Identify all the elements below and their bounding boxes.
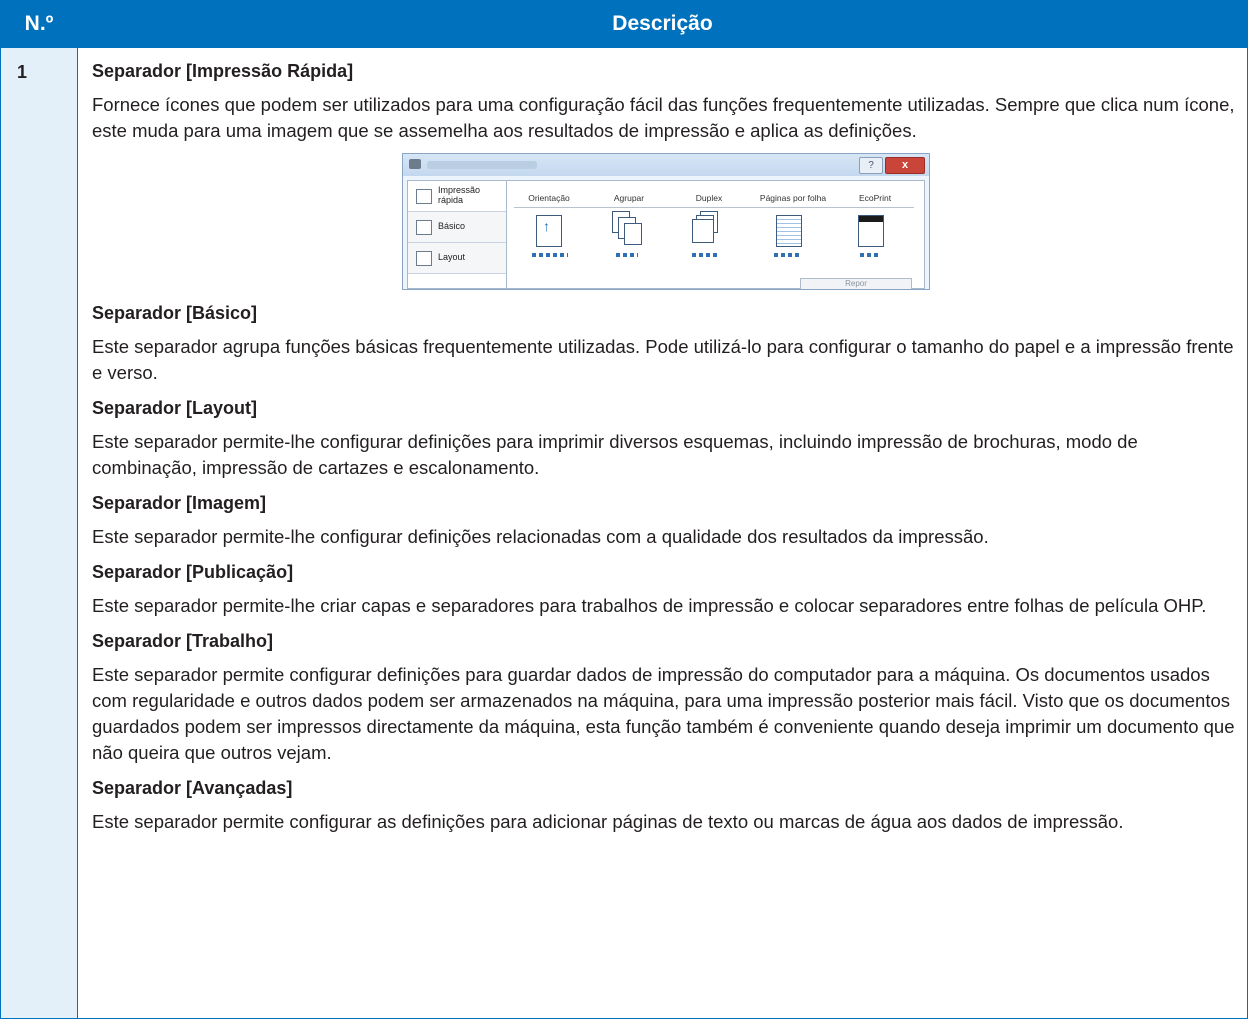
pages-per-sheet-icon[interactable]	[776, 215, 802, 247]
header-number: N.º	[0, 0, 78, 48]
section-text-quick-print: Fornece ícones que podem ser utilizados …	[92, 94, 1235, 141]
help-button[interactable]: ?	[859, 157, 883, 174]
tab-label: Básico	[438, 221, 466, 231]
column-orientation: Orientação	[528, 193, 570, 203]
section-text-job: Este separador permite configurar defini…	[92, 664, 1235, 763]
section-title-basic: Separador [Básico]	[92, 303, 258, 323]
section-text-publishing: Este separador permite-lhe criar capas e…	[92, 595, 1207, 616]
tab-layout[interactable]: Layout	[408, 243, 506, 274]
column-duplex: Duplex	[695, 193, 723, 203]
arrow-up-icon[interactable]	[536, 215, 562, 247]
pages-dots	[774, 253, 802, 257]
orientation-dots	[532, 253, 568, 257]
dialog-body: Impressão rápida Básico Layout Orientaçã…	[407, 180, 925, 289]
layout-icon	[416, 251, 432, 266]
section-title-advanced: Separador [Avançadas]	[92, 778, 293, 798]
tab-basic[interactable]: Básico	[408, 212, 506, 243]
description-table: N.º Descrição 1 Separador [Impressão Ráp…	[0, 0, 1248, 1019]
section-text-basic: Este separador agrupa funções básicas fr…	[92, 336, 1234, 383]
reset-button[interactable]: Repor	[800, 278, 912, 289]
basic-icon	[416, 220, 432, 235]
section-title-publishing: Separador [Publicação]	[92, 562, 294, 582]
header-description: Descrição	[77, 0, 1248, 48]
dialog-tabs: Impressão rápida Básico Layout	[408, 181, 507, 288]
row-number: 1	[0, 47, 78, 1019]
ecoprint-icon[interactable]	[858, 215, 884, 247]
close-button[interactable]: x	[885, 157, 925, 174]
duplex-icon[interactable]	[692, 211, 720, 245]
printer-icon	[409, 159, 421, 169]
section-title-quick-print: Separador [Impressão Rápida]	[92, 61, 354, 81]
column-pages-per-sheet: Páginas por folha	[759, 193, 827, 203]
dialog-title-blurred	[427, 161, 537, 169]
tab-quick-print[interactable]: Impressão rápida	[408, 181, 506, 212]
duplex-dots	[692, 253, 720, 257]
dialog-title-bar: ? x	[403, 154, 929, 176]
tab-label: Layout	[438, 252, 466, 262]
column-ecoprint: EcoPrint	[858, 193, 892, 203]
collate-dots	[616, 253, 638, 257]
ecoprint-dots	[860, 253, 880, 257]
collate-icon[interactable]	[612, 211, 642, 245]
section-text-layout: Este separador permite-lhe configurar de…	[92, 431, 1138, 478]
section-title-image: Separador [Imagem]	[92, 493, 267, 513]
column-collate: Agrupar	[613, 193, 645, 203]
section-text-image: Este separador permite-lhe configurar de…	[92, 526, 989, 547]
section-title-layout: Separador [Layout]	[92, 398, 258, 418]
tab-label: Impressão rápida	[438, 185, 481, 205]
description-cell: Separador [Impressão Rápida] Fornece íco…	[77, 47, 1248, 1019]
section-title-job: Separador [Trabalho]	[92, 631, 274, 651]
quick-print-columns: Orientação Agrupar Duplex Páginas por fo…	[514, 193, 914, 208]
section-text-advanced: Este separador permite configurar as def…	[92, 811, 1124, 832]
print-dialog-screenshot: ? x Impressão rápida Básico Layout Orien…	[402, 153, 930, 290]
quick-print-icon	[416, 189, 432, 204]
